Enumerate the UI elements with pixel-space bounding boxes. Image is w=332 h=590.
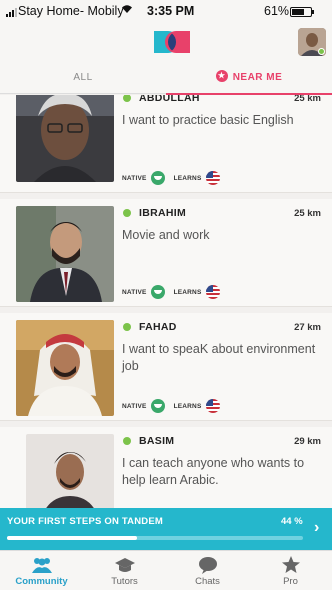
member-distance: 25 km: [294, 208, 321, 219]
learns-label: LEARNS: [173, 288, 202, 296]
banner-percent: 44 %: [281, 516, 303, 527]
member-card[interactable]: IBRAHIM 25 km Movie and work NATIVE LEAR…: [0, 199, 332, 307]
battery-percent: 61%: [264, 4, 290, 18]
wifi-icon: [121, 4, 133, 17]
tab-all-label: ALL: [73, 72, 93, 83]
banner-title: YOUR FIRST STEPS ON TANDEM: [7, 516, 163, 527]
native-label: NATIVE: [122, 174, 147, 182]
us-flag-icon: [205, 171, 220, 185]
us-flag-icon: [205, 399, 220, 413]
member-photo: [16, 95, 114, 182]
app-header: [0, 24, 332, 62]
tab-all[interactable]: ALL: [0, 62, 166, 94]
online-status-dot: [123, 323, 131, 331]
member-about: Movie and work: [122, 228, 210, 242]
chevron-right-icon[interactable]: ›: [314, 519, 319, 537]
online-status-dot: [123, 437, 131, 445]
status-time: 3:35 PM: [147, 4, 195, 18]
online-status-dot: [318, 48, 325, 55]
bottom-nav: Community Tutors Chats Pro: [0, 550, 332, 590]
member-card[interactable]: FAHAD 27 km I want to speaK about enviro…: [0, 313, 332, 421]
member-distance: 29 km: [294, 436, 321, 447]
nav-community-label: Community: [15, 576, 68, 587]
us-flag-icon: [205, 285, 220, 299]
profile-avatar[interactable]: [298, 28, 326, 56]
learns-label: LEARNS: [173, 402, 202, 410]
tandem-logo: [154, 31, 190, 53]
member-about: I can teach anyone who wants to help lea…: [122, 456, 305, 487]
signal-icon: [6, 8, 17, 17]
nav-community[interactable]: Community: [0, 551, 83, 590]
tab-near-me[interactable]: ★ NEAR ME: [166, 62, 332, 95]
member-list: ABDULLAH 25 km I want to practice basic …: [0, 95, 332, 508]
member-name: BASIM: [139, 435, 175, 447]
nav-chats-label: Chats: [195, 576, 220, 587]
member-about: I want to speaK about environment job: [122, 342, 316, 373]
star-icon: [280, 556, 302, 574]
member-card[interactable]: BASIM 29 km I can teach anyone who wants…: [0, 427, 332, 508]
arabic-flag-icon: [150, 285, 165, 299]
star-icon: ★: [215, 70, 228, 83]
graduation-cap-icon: [114, 556, 136, 574]
tab-bar: ALL ★ NEAR ME: [0, 62, 332, 95]
nav-tutors-label: Tutors: [111, 576, 138, 587]
language-row: NATIVE LEARNS: [122, 399, 220, 413]
progress-bar-fill: [7, 536, 138, 540]
progress-bar: [7, 536, 303, 540]
nav-pro-label: Pro: [283, 576, 298, 587]
member-photo: [16, 320, 114, 416]
member-name: FAHAD: [139, 321, 177, 333]
first-steps-banner[interactable]: YOUR FIRST STEPS ON TANDEM 44 % ›: [0, 508, 332, 550]
arabic-flag-icon: [150, 399, 165, 413]
nav-chats[interactable]: Chats: [166, 551, 249, 590]
language-row: NATIVE LEARNS: [122, 285, 220, 299]
language-row: NATIVE LEARNS: [122, 171, 220, 185]
member-about: I want to practice basic English: [122, 113, 294, 127]
member-distance: 27 km: [294, 322, 321, 333]
online-status-dot: [123, 95, 131, 102]
member-photo: [26, 434, 114, 508]
nav-pro[interactable]: Pro: [249, 551, 332, 590]
learns-label: LEARNS: [173, 174, 202, 182]
tab-near-me-label: NEAR ME: [232, 72, 283, 83]
member-card[interactable]: ABDULLAH 25 km I want to practice basic …: [0, 95, 332, 193]
member-name: ABDULLAH: [139, 95, 200, 104]
member-name: IBRAHIM: [139, 207, 187, 219]
member-photo: [16, 206, 114, 302]
native-label: NATIVE: [122, 288, 147, 296]
battery-icon: [290, 7, 314, 17]
online-status-dot: [123, 209, 131, 217]
member-distance: 25 km: [294, 95, 321, 104]
status-bar: Stay Home- Mobily 3:35 PM 61%: [0, 0, 332, 24]
chat-bubble-icon: [197, 556, 219, 574]
carrier-name: Stay Home- Mobily: [18, 4, 124, 18]
nav-tutors[interactable]: Tutors: [83, 551, 166, 590]
community-icon: [31, 556, 53, 574]
native-label: NATIVE: [122, 402, 147, 410]
arabic-flag-icon: [150, 171, 165, 185]
